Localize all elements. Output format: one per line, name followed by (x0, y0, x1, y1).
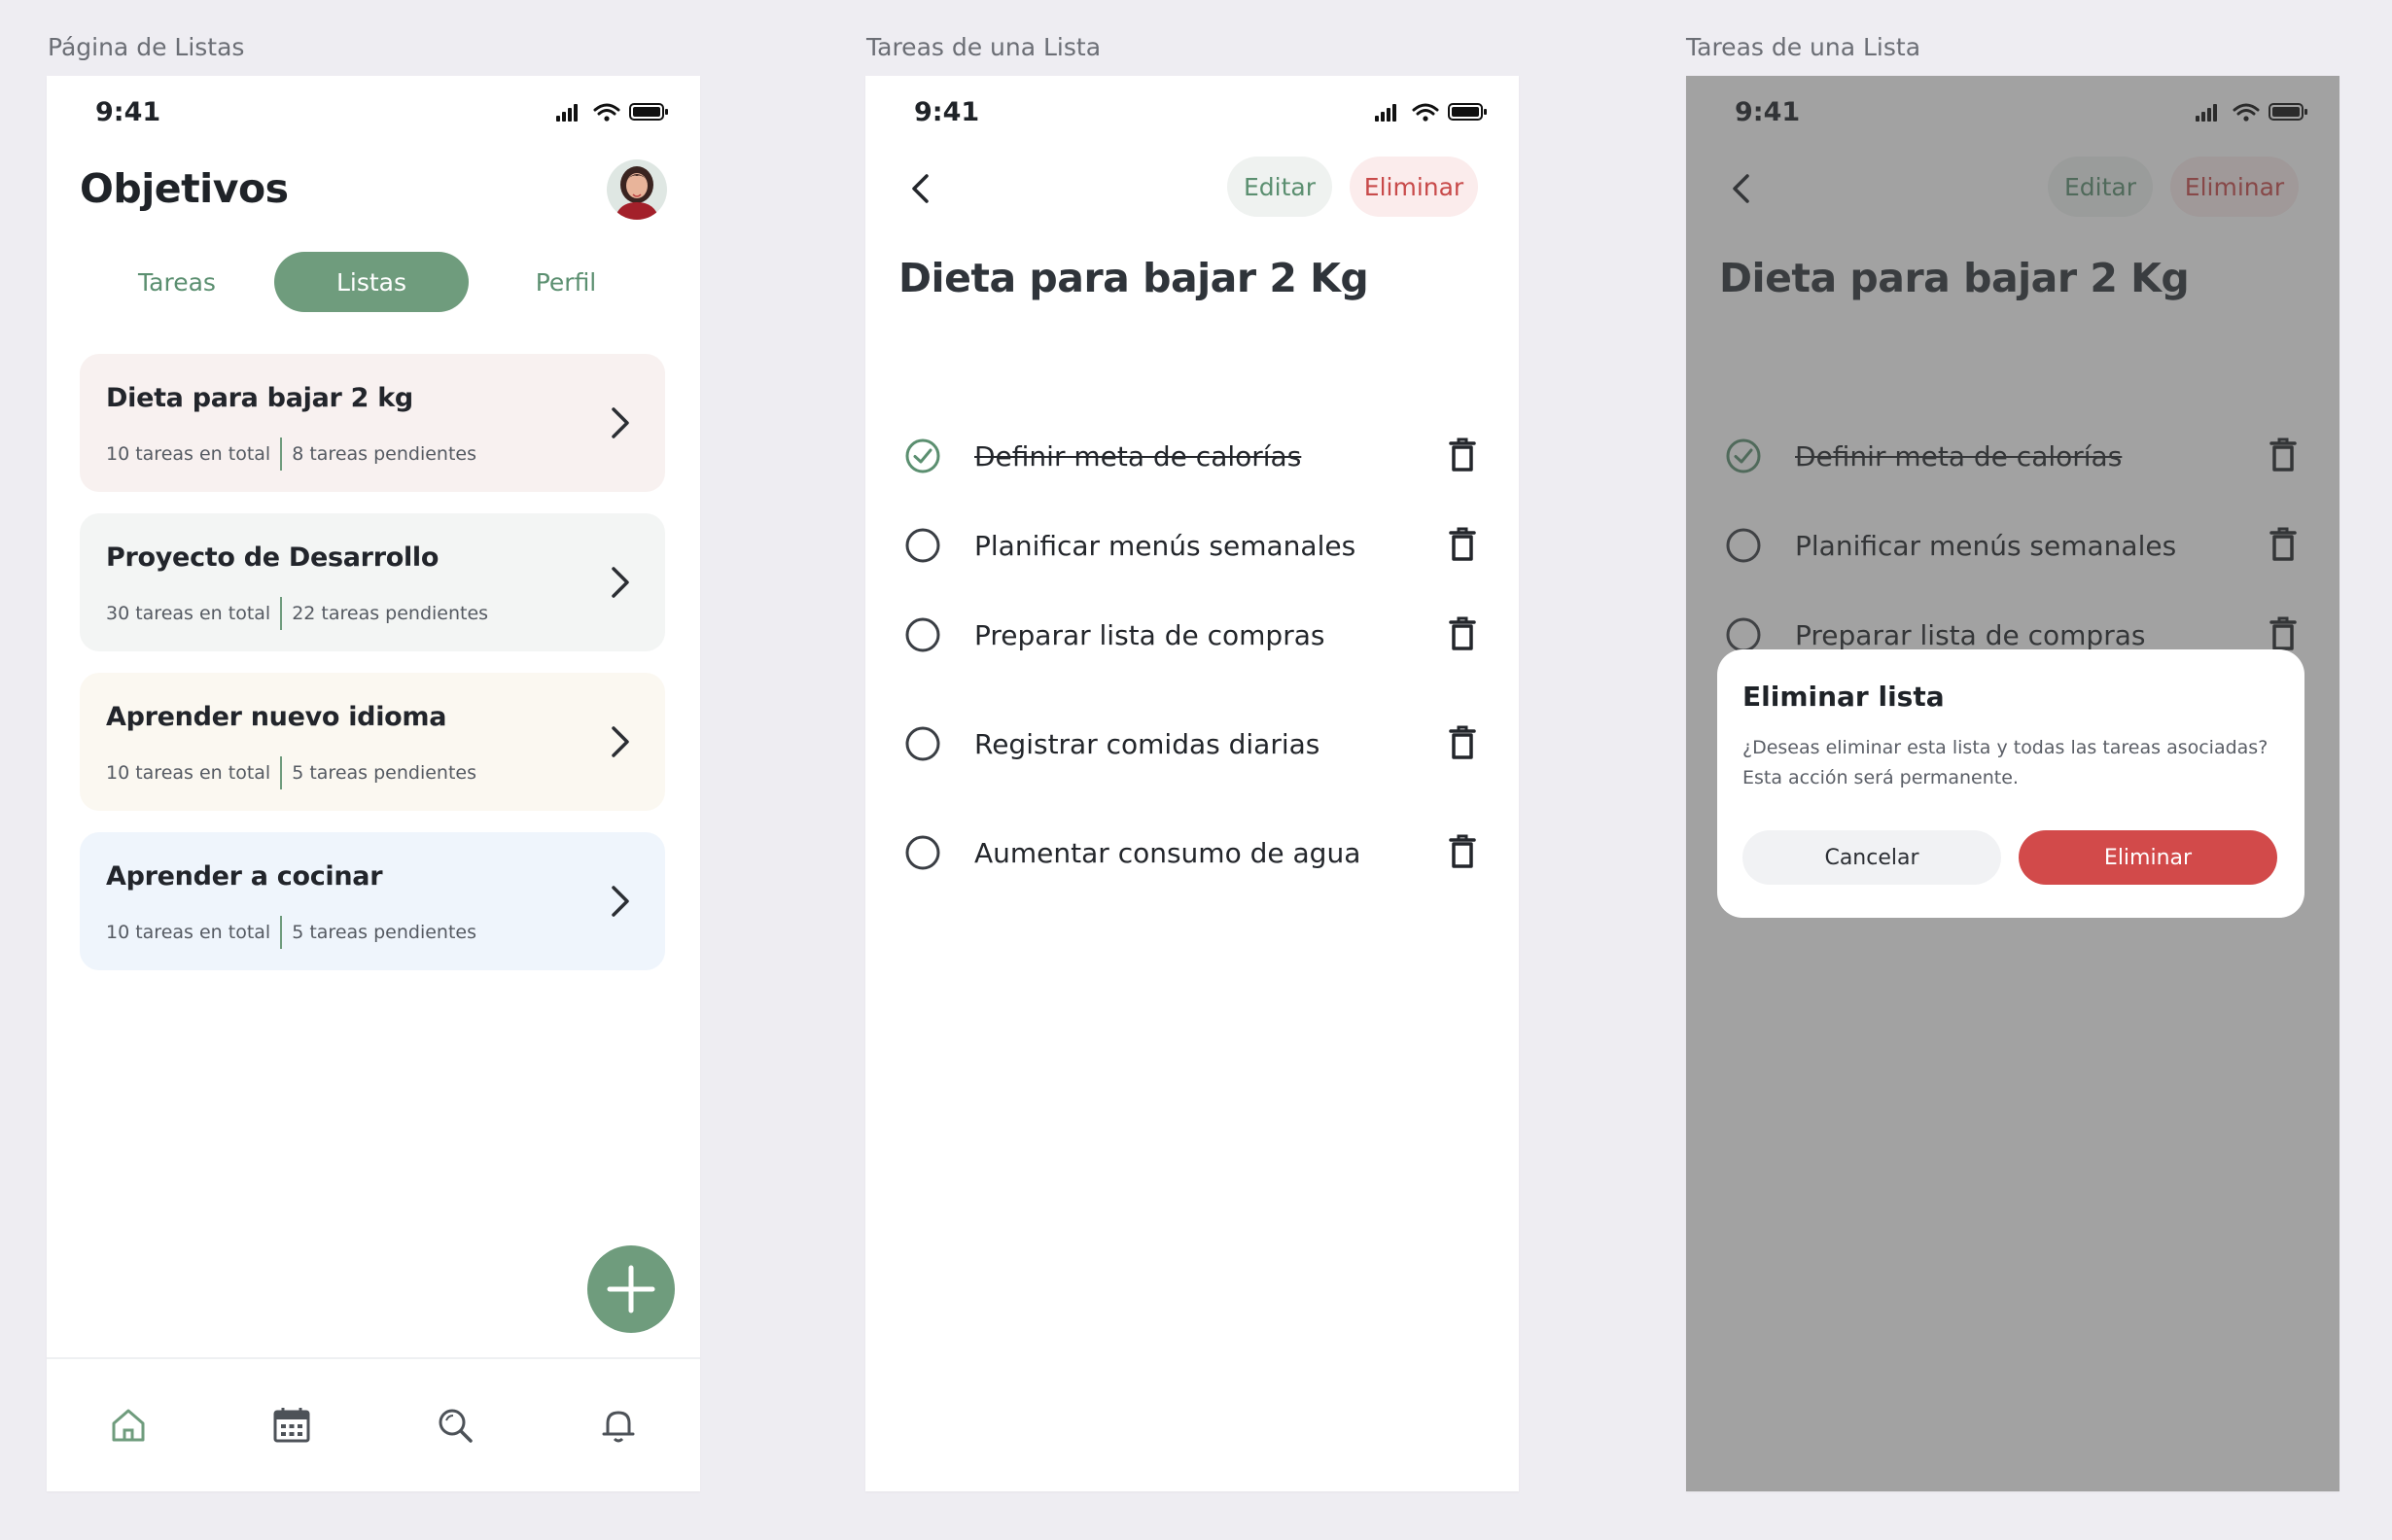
battery-icon (1448, 103, 1487, 121)
dialog-message: ¿Deseas eliminar esta lista y todas las … (1742, 737, 2269, 788)
list-card-title: Dieta para bajar 2 kg (106, 383, 413, 413)
meta-divider (280, 438, 283, 471)
chevron-right-icon (612, 407, 629, 438)
home-icon[interactable] (107, 1404, 150, 1447)
list-card-meta: 10 tareas en total 8 tareas pendientes (106, 438, 476, 471)
task-label: Aumentar consumo de agua (974, 837, 1361, 869)
total-tasks-count: 10 tareas en total (106, 922, 271, 943)
tab-listas[interactable]: Listas (274, 252, 469, 312)
pending-tasks-count: 8 tareas pendientes (292, 443, 476, 465)
chevron-right-icon (612, 567, 629, 598)
list-card[interactable]: Proyecto de Desarrollo 30 tareas en total… (80, 513, 665, 651)
trash-icon[interactable] (1449, 436, 1476, 472)
meta-divider (280, 756, 283, 789)
avatar[interactable] (607, 159, 667, 220)
wifi-icon (593, 103, 620, 116)
task-label: Definir meta de calorías (974, 440, 1302, 472)
unchecked-circle-icon[interactable] (904, 616, 941, 653)
avatar-image (607, 159, 667, 220)
chevron-right-icon (612, 726, 629, 757)
unchecked-circle-icon[interactable] (904, 725, 941, 762)
pending-tasks-count: 22 tareas pendientes (292, 603, 489, 624)
plus-icon (607, 1265, 655, 1313)
back-arrow-icon[interactable] (902, 169, 941, 208)
trash-icon[interactable] (1449, 525, 1476, 562)
list-card-meta: 30 tareas en total 22 tareas pendientes (106, 597, 488, 630)
wifi-icon (1412, 103, 1439, 116)
signal-icon (1375, 104, 1396, 122)
task-row: Definir meta de calorías (865, 428, 1519, 486)
total-tasks-count: 30 tareas en total (106, 603, 271, 624)
bottom-nav (47, 1357, 700, 1491)
pending-tasks-count: 5 tareas pendientes (292, 922, 476, 943)
edit-button[interactable]: Editar (1227, 157, 1332, 217)
trash-icon[interactable] (1449, 614, 1476, 651)
segmented-tabs: Tareas Listas Perfil (80, 252, 667, 312)
bell-icon[interactable] (597, 1404, 640, 1447)
chevron-right-icon (612, 886, 629, 917)
trash-icon[interactable] (1449, 832, 1476, 869)
task-row: Planificar menús semanales (865, 517, 1519, 576)
unchecked-circle-icon[interactable] (904, 527, 941, 564)
list-card[interactable]: Aprender nuevo idioma 10 tareas en total 5… (80, 673, 665, 811)
checked-circle-icon[interactable] (904, 438, 941, 474)
list-card[interactable]: Dieta para bajar 2 kg 10 tareas en total 8… (80, 354, 665, 492)
calendar-icon[interactable] (270, 1404, 313, 1447)
list-detail-screen: 9:41 Editar Eliminar Dieta para bajar 2 … (865, 76, 1519, 1491)
add-list-button[interactable] (587, 1245, 675, 1333)
task-label: Preparar lista de compras (974, 619, 1325, 651)
trash-icon[interactable] (1449, 723, 1476, 760)
meta-divider (280, 597, 283, 630)
page-title: Objetivos (80, 165, 289, 212)
task-label: Planificar menús semanales (974, 530, 1356, 562)
total-tasks-count: 10 tareas en total (106, 762, 271, 784)
total-tasks-count: 10 tareas en total (106, 443, 271, 465)
battery-icon (629, 103, 668, 121)
delete-list-dialog: Eliminar lista ¿Deseas eliminar esta lis… (1717, 649, 2304, 918)
list-card-meta: 10 tareas en total 5 tareas pendientes (106, 756, 476, 789)
list-card-title: Aprender a cocinar (106, 861, 383, 892)
status-icons (1375, 103, 1487, 122)
confirm-delete-button[interactable]: Eliminar (2019, 830, 2277, 885)
list-card[interactable]: Aprender a cocinar 10 tareas en total 5 ta… (80, 832, 665, 970)
frame-label-lists: Página de Listas (48, 33, 245, 61)
task-row: Preparar lista de compras (865, 607, 1519, 665)
frame-label-list-tasks-dialog: Tareas de una Lista (1686, 33, 1921, 61)
task-label: Registrar comidas diarias (974, 728, 1320, 760)
pending-tasks-count: 5 tareas pendientes (292, 762, 476, 784)
task-row: Aumentar consumo de agua (865, 824, 1519, 883)
signal-icon (556, 104, 578, 122)
delete-dialog-screen: 9:41 Editar Eliminar Dieta para bajar 2 … (1686, 76, 2339, 1491)
search-icon[interactable] (434, 1404, 476, 1447)
status-time: 9:41 (95, 97, 161, 127)
status-bar: 9:41 (865, 76, 1519, 150)
dialog-title: Eliminar lista (1742, 681, 1945, 713)
list-card-title: Aprender nuevo idioma (106, 702, 447, 732)
tab-tareas[interactable]: Tareas (80, 252, 274, 312)
tab-perfil[interactable]: Perfil (469, 252, 663, 312)
unchecked-circle-icon[interactable] (904, 834, 941, 871)
list-title: Dieta para bajar 2 Kg (898, 255, 1369, 301)
task-row: Registrar comidas diarias (865, 716, 1519, 774)
status-bar: 9:41 (47, 76, 700, 150)
cancel-button[interactable]: Cancelar (1742, 830, 2001, 885)
lists-page-screen: 9:41 Objetivos Tareas Listas Perfil Diet… (47, 76, 700, 1491)
meta-divider (280, 916, 283, 949)
status-time: 9:41 (914, 97, 980, 127)
frame-label-list-tasks: Tareas de una Lista (866, 33, 1102, 61)
list-card-meta: 10 tareas en total 5 tareas pendientes (106, 916, 476, 949)
delete-button[interactable]: Eliminar (1350, 157, 1478, 217)
list-card-title: Proyecto de Desarrollo (106, 542, 440, 573)
status-icons (556, 103, 668, 122)
